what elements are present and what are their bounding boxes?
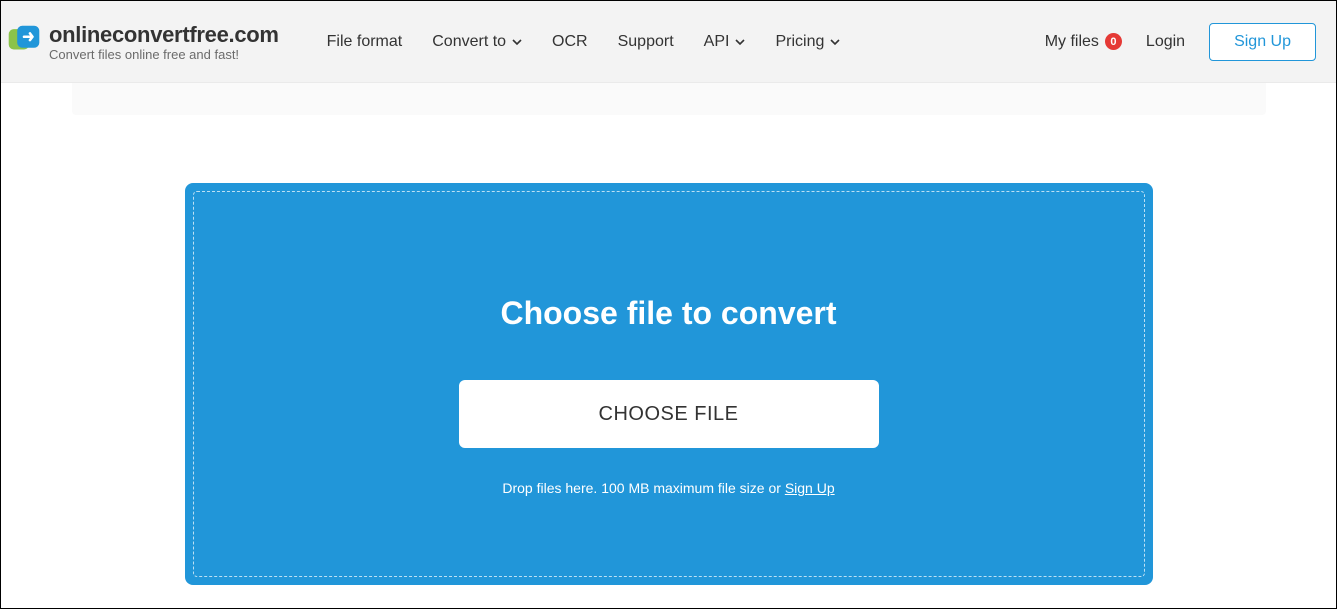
site-header: onlineconvertfree.com Convert files onli… [1, 1, 1336, 83]
nav-ocr[interactable]: OCR [552, 33, 588, 51]
nav-api-label: API [704, 33, 730, 51]
site-name: onlineconvertfree.com [49, 22, 279, 48]
page-body: Choose file to convert CHOOSE FILE Drop … [1, 83, 1336, 585]
my-files-count-badge: 0 [1105, 33, 1122, 50]
site-tagline: Convert files online free and fast! [49, 47, 279, 62]
chevron-down-icon [512, 37, 522, 47]
my-files-label: My files [1045, 33, 1099, 51]
my-files-link[interactable]: My files 0 [1045, 33, 1122, 51]
dropzone-note-text: Drop files here. 100 MB maximum file siz… [502, 480, 784, 496]
dropzone-note: Drop files here. 100 MB maximum file siz… [502, 480, 834, 496]
chevron-down-icon [735, 37, 745, 47]
dropzone-title: Choose file to convert [500, 295, 836, 332]
main-nav: File format Convert to OCR Support API P… [327, 33, 1045, 51]
dropzone-signup-link[interactable]: Sign Up [785, 480, 835, 496]
nav-support[interactable]: Support [618, 33, 674, 51]
nav-pricing[interactable]: Pricing [775, 33, 840, 51]
nav-file-format[interactable]: File format [327, 33, 403, 51]
signup-button[interactable]: Sign Up [1209, 23, 1316, 61]
logo-icon [7, 24, 41, 58]
brand[interactable]: onlineconvertfree.com Convert files onli… [7, 22, 279, 62]
chevron-down-icon [830, 37, 840, 47]
header-right: My files 0 Login Sign Up [1045, 23, 1316, 61]
choose-file-button[interactable]: CHOOSE FILE [459, 380, 879, 448]
top-spacer-block [72, 83, 1266, 115]
nav-convert-to-label: Convert to [432, 33, 506, 51]
nav-api[interactable]: API [704, 33, 746, 51]
login-link[interactable]: Login [1146, 33, 1185, 51]
nav-convert-to[interactable]: Convert to [432, 33, 522, 51]
nav-pricing-label: Pricing [775, 33, 824, 51]
file-drop-panel[interactable]: Choose file to convert CHOOSE FILE Drop … [185, 183, 1153, 585]
